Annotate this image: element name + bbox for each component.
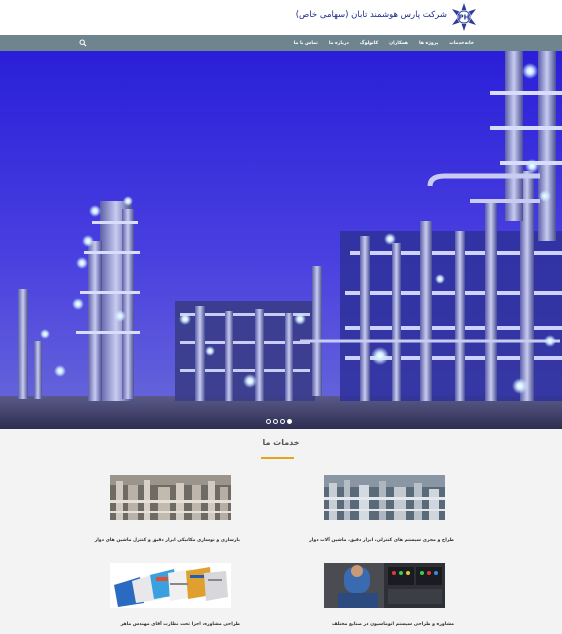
nav-item-services[interactable]: خدمات [449,41,464,46]
slider-dots [266,419,292,424]
service-image-consulting[interactable] [110,563,231,608]
main-nav: خانه خدمات پروژه ها همکاران کاتولوگ دربا… [0,35,562,51]
company-name[interactable]: شرکت پارس هوشمند تابان (سهامی خاص) [296,10,447,20]
service-caption[interactable]: طراحی مشاوره، اجرا تحت نظارت آقای مهندس … [121,622,240,627]
services-section [0,429,562,634]
svg-text:PH: PH [459,14,470,22]
slider-dot[interactable] [266,419,271,424]
search-icon[interactable] [79,39,87,47]
title-underline [261,457,294,459]
nav-item-catalog[interactable]: کاتولوگ [360,41,378,46]
slider-dot-active[interactable] [287,419,292,424]
services-title: خدمات ما [262,438,300,447]
service-caption[interactable]: مشاوره و طراحی سیستم اتوماسیون در صنایع … [332,622,454,627]
service-caption[interactable]: بازسازی و نوسازی مکانیکی ابزار دقیق و کن… [95,538,240,543]
service-caption[interactable]: طراح و مجری سیستم های کنترلی، ابزار دقیق… [309,538,454,543]
site-header: PH شرکت پارس هوشمند تابان (سهامی خاص) [0,0,562,35]
slider-dot[interactable] [280,419,285,424]
service-image-automation[interactable] [324,563,445,608]
slider-dot[interactable] [273,419,278,424]
nav-item-contact[interactable]: تماس با ما [294,41,318,46]
service-image-mechanical-rebuild[interactable] [110,475,231,520]
nav-item-projects[interactable]: پروژه ها [419,41,438,46]
hero-slider[interactable] [0,51,562,429]
nav-item-home[interactable]: خانه [464,41,474,46]
service-image-control-systems[interactable] [324,475,445,520]
nav-item-about[interactable]: درباره ما [329,41,349,46]
company-logo[interactable]: PH [448,2,480,32]
nav-menu: خانه خدمات پروژه ها همکاران کاتولوگ دربا… [283,35,474,51]
nav-item-partners[interactable]: همکاران [389,41,408,46]
refinery-night-image [0,51,562,429]
